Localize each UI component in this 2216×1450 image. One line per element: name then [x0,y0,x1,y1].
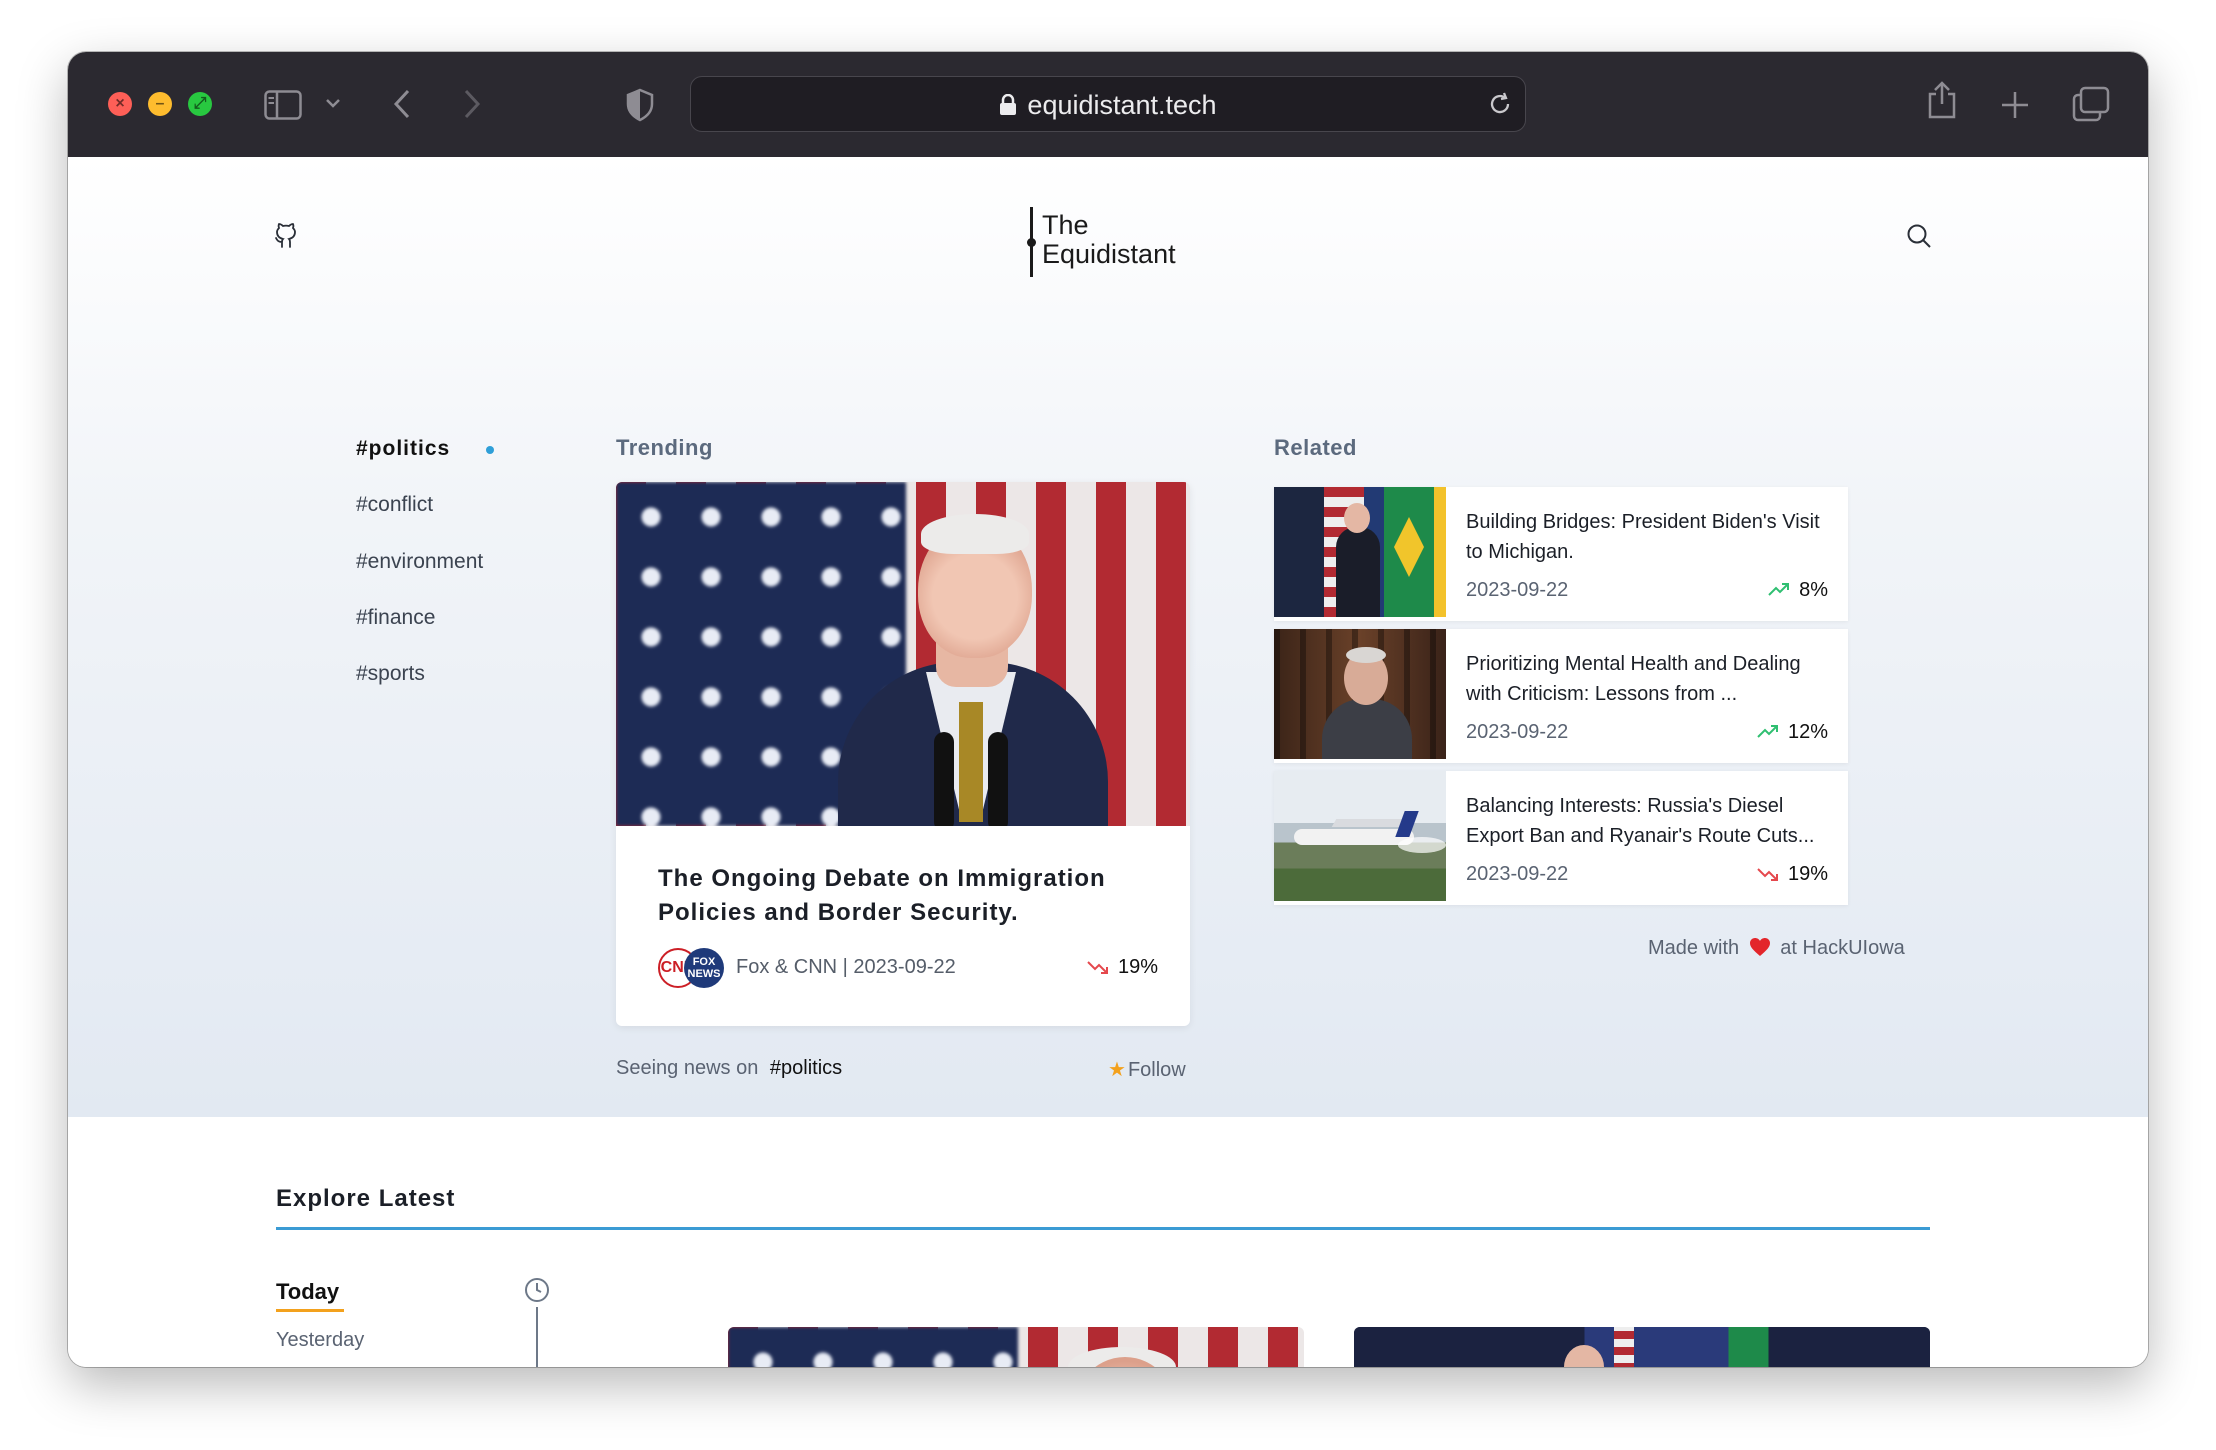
hero-section: The Equidistant #politics #conflict #env… [68,157,2148,1117]
chevron-left-icon [393,89,410,119]
related-article-percent: 12% [1787,721,1828,743]
trending-heading: Trending [616,435,713,460]
seeing-news-label: Seeing news on [616,1057,759,1079]
star-icon: ★ [1108,1059,1126,1081]
tag-sports[interactable]: #sports [356,662,425,686]
github-icon [275,223,296,248]
related-heading: Related [1274,435,1357,460]
browser-window: × – ⤢ equidistant.tech The Equidistant #… [68,52,2148,1367]
explore-latest-heading: Explore Latest [276,1185,456,1212]
trend-down-icon [1087,961,1108,974]
trend-up-icon [1768,583,1790,596]
related-article-percent: 8% [1799,579,1828,601]
tabs-icon [2072,86,2110,122]
seeing-news-on: Seeing news on #politics [616,1057,842,1080]
made-with-suffix: at HackUIowa [1780,937,1905,959]
explore-divider [276,1227,1930,1230]
seeing-news-tag[interactable]: #politics [770,1057,842,1079]
trending-article-meta: CNN FOX NEWS Fox & CNN | 2023-09-22 19% [658,946,1158,990]
sidebar-toggle-button[interactable] [264,90,302,125]
plus-icon [2002,92,2028,118]
share-icon [1928,81,1956,119]
latest-article-card[interactable] [728,1327,1304,1367]
related-article-trend: 12% [1756,721,1828,744]
tag-finance[interactable]: #finance [356,606,435,630]
related-article-date: 2023-09-22 [1466,579,1569,601]
active-day-underline [276,1309,344,1312]
related-article-date: 2023-09-22 [1466,721,1569,743]
privacy-report-button[interactable] [626,88,654,127]
made-with-prefix: Made with [1648,937,1740,959]
related-article-date: 2023-09-22 [1466,863,1569,885]
related-article-trend: 19% [1756,863,1828,886]
search-icon [1907,224,1931,248]
chevron-down-icon [326,99,340,108]
trend-down-icon [1757,868,1778,881]
related-article-image [1274,487,1446,617]
sidebar-icon [264,90,302,120]
timeline-line [536,1307,538,1367]
address-bar[interactable]: equidistant.tech [690,76,1526,132]
back-button[interactable] [392,88,412,125]
related-article-card[interactable]: Prioritizing Mental Health and Dealing w… [1274,629,1848,763]
tag-environment[interactable]: #environment [356,550,483,574]
trend-up-icon [1757,725,1778,738]
page-content: The Equidistant #politics #conflict #env… [68,157,2148,1367]
follow-button[interactable]: ★ Follow [1108,1057,1186,1082]
logo-line-2: Equidistant [1042,239,1176,269]
reload-button[interactable] [1487,91,1513,122]
forward-button[interactable] [462,88,482,125]
tag-politics[interactable]: #politics [356,437,450,461]
trending-article-percent: 19% [1117,956,1158,978]
related-article-title[interactable]: Building Bridges: President Biden's Visi… [1466,507,1836,567]
browser-toolbar: × – ⤢ equidistant.tech [68,52,2148,157]
follow-label: Follow [1127,1059,1186,1081]
search-button[interactable] [1906,223,1932,254]
tab-overview-button[interactable] [2072,86,2110,127]
latest-article-card[interactable] [1354,1327,1930,1367]
share-button[interactable] [1926,80,1958,125]
fox-news-logo: FOX NEWS [684,948,724,988]
tag-conflict[interactable]: #conflict [356,493,433,517]
lock-icon [1000,94,1017,115]
minimize-icon: – [155,95,165,112]
made-with-credit: Made with at HackUIowa [1648,937,1905,960]
logo-line-1: The [1042,210,1089,240]
trending-article-title[interactable]: The Ongoing Debate on Immigration Polici… [658,862,1158,930]
latest-article-image [728,1327,1304,1367]
close-window-button[interactable]: × [108,92,132,116]
related-article-card[interactable]: Building Bridges: President Biden's Visi… [1274,487,1848,621]
reload-icon [1490,92,1510,114]
close-icon: × [115,95,125,112]
trending-article-image [616,482,1190,826]
trending-article-trend: 19% [1086,956,1158,979]
chevron-right-icon [464,89,481,119]
related-article-trend: 8% [1767,579,1828,602]
minimize-window-button[interactable]: – [148,92,172,116]
github-link[interactable] [274,223,298,254]
fullscreen-icon: ⤢ [193,95,207,112]
tab-menu-button[interactable] [324,96,342,115]
related-article-title[interactable]: Balancing Interests: Russia's Diesel Exp… [1466,791,1836,851]
latest-article-image [1354,1327,1930,1367]
clock-icon [524,1277,550,1303]
related-article-image [1274,771,1446,901]
new-tab-button[interactable] [2000,90,2030,125]
trending-article-source: Fox & CNN | 2023-09-22 [736,956,956,978]
heart-icon [1749,938,1770,956]
source-logo: CNN FOX NEWS [658,946,726,990]
shield-icon [626,88,654,122]
day-filter-yesterday[interactable]: Yesterday [276,1329,364,1352]
related-article-title[interactable]: Prioritizing Mental Health and Dealing w… [1466,649,1836,709]
url-text: equidistant.tech [1027,90,1217,120]
logo-dot [1027,238,1036,247]
related-article-image [1274,629,1446,759]
active-tag-indicator [486,446,494,454]
related-article-card[interactable]: Balancing Interests: Russia's Diesel Exp… [1274,771,1848,905]
logo-text: The Equidistant [1042,211,1176,269]
trending-article-card[interactable]: The Ongoing Debate on Immigration Polici… [616,482,1190,1026]
fullscreen-window-button[interactable]: ⤢ [188,92,212,116]
day-filter-today[interactable]: Today [276,1279,339,1305]
related-article-percent: 19% [1787,863,1828,885]
